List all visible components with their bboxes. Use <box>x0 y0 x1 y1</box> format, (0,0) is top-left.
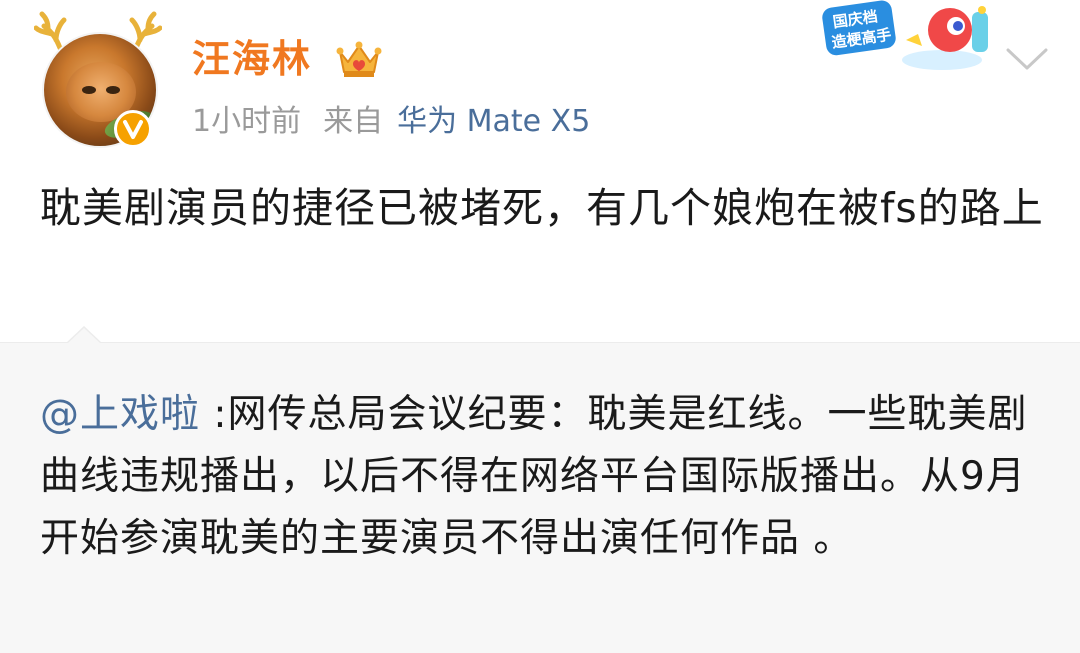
retweet-notch-fill <box>68 328 100 343</box>
post-header: 汪海林 1小时前 来自 华为 Mate X5 国庆档 造梗高手 <box>0 0 1080 170</box>
retweet-content: @上戏啦 :网传总局会议纪要：耽美是红线。一些耽美剧曲线违规播出，以后不得在网络… <box>40 384 1045 570</box>
post-meta: 1小时前 来自 华为 Mate X5 <box>192 100 590 144</box>
verified-v-icon <box>114 110 152 148</box>
source-prefix: 来自 <box>323 104 384 139</box>
mention-link[interactable]: @上戏啦 <box>40 392 200 437</box>
post-text: 耽美剧演员的捷径已被堵死，有几个娘炮在被fs的路上 <box>40 184 1044 232</box>
avatar-group[interactable] <box>34 10 164 150</box>
promo-mascot-icon[interactable]: 国庆档 造梗高手 <box>822 0 994 76</box>
device-link[interactable]: 华为 Mate X5 <box>397 104 590 139</box>
username[interactable]: 汪海林 <box>192 34 312 84</box>
crown-icon[interactable] <box>336 38 382 80</box>
chevron-down-icon[interactable] <box>1004 44 1050 74</box>
timestamp: 1小时前 <box>192 104 302 139</box>
